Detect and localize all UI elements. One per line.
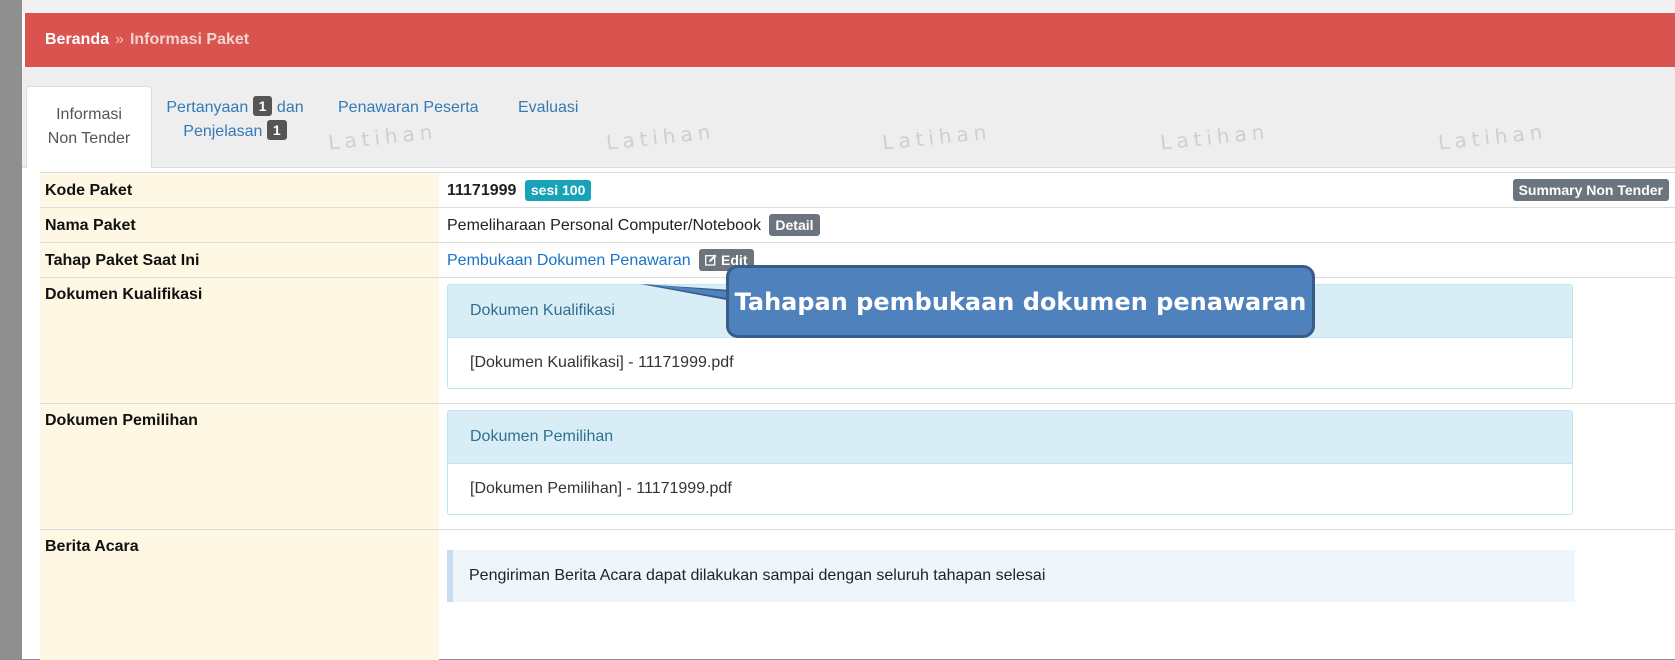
- summary-non-tender-button[interactable]: Summary Non Tender: [1512, 179, 1669, 201]
- breadcrumb-separator: »: [115, 31, 124, 48]
- value-nama-paket: Pemeliharaan Personal Computer/Notebook …: [447, 208, 820, 243]
- label-dokumen-kualifikasi: Dokumen Kualifikasi: [40, 278, 439, 404]
- detail-button[interactable]: Detail: [769, 214, 820, 236]
- dokumen-pemilihan-panel: Dokumen Pemilihan [Dokumen Pemilihan] - …: [447, 410, 1573, 515]
- nama-paket-text: Pemeliharaan Personal Computer/Notebook: [447, 217, 761, 234]
- tab-label-and: dan: [276, 99, 304, 116]
- tab-evaluasi[interactable]: Evaluasi: [518, 96, 578, 120]
- label-kode-paket: Kode Paket: [40, 173, 439, 208]
- tab-label: Evaluasi: [518, 99, 579, 116]
- pemilihan-file-link[interactable]: [Dokumen Pemilihan] - 11171999.pdf: [448, 464, 1572, 514]
- callout-annotation: Tahapan pembukaan dokumen penawaran: [726, 265, 1315, 338]
- label-tahap-paket: Tahap Paket Saat Ini: [40, 243, 439, 278]
- tab-label-line1: Pertanyaan: [166, 99, 249, 116]
- edit-icon: [705, 254, 717, 266]
- breadcrumb: Beranda » Informasi Paket: [25, 13, 1675, 67]
- top-strip: [22, 0, 1675, 13]
- tab-label-line1: Informasi: [56, 106, 122, 123]
- row-berita-acara: Berita Acara Pengiriman Berita Acara dap…: [40, 529, 1675, 660]
- current-stage-link[interactable]: Pembukaan Dokumen Penawaran: [447, 252, 691, 269]
- tab-divider: [22, 167, 1675, 168]
- tab-label-line2: Non Tender: [47, 130, 131, 147]
- value-tahap-paket: Pembukaan Dokumen Penawaran Edit: [447, 243, 754, 278]
- kualifikasi-file-link[interactable]: [Dokumen Kualifikasi] - 11171999.pdf: [448, 338, 1572, 388]
- label-dokumen-pemilihan: Dokumen Pemilihan: [40, 404, 439, 530]
- value-kode-paket: 11171999 sesi 100: [447, 173, 592, 208]
- tab-pertanyaan-penjelasan[interactable]: Pertanyaan 1 dan Penjelasan 1: [160, 96, 310, 144]
- breadcrumb-current: Informasi Paket: [129, 31, 250, 48]
- tab-informasi-non-tender[interactable]: Informasi Non Tender: [26, 86, 152, 168]
- panel-title: Dokumen Pemilihan: [448, 411, 1572, 464]
- tab-label: Penawaran Peserta: [338, 99, 479, 116]
- explanation-count-badge: 1: [266, 120, 287, 140]
- berita-acara-info: Pengiriman Berita Acara dapat dilakukan …: [447, 550, 1575, 602]
- tab-label-line2: Penjelasan: [183, 123, 263, 140]
- row-nama-paket: Nama Paket Pemeliharaan Personal Compute…: [40, 207, 1675, 243]
- label-nama-paket: Nama Paket: [40, 208, 439, 243]
- breadcrumb-home[interactable]: Beranda: [45, 31, 109, 49]
- label-berita-acara: Berita Acara: [40, 530, 439, 660]
- kode-paket-number: 11171999: [447, 182, 517, 199]
- tab-penawaran-peserta[interactable]: Penawaran Peserta: [338, 96, 479, 120]
- row-dokumen-pemilihan: Dokumen Pemilihan Dokumen Pemilihan [Dok…: [40, 403, 1675, 530]
- row-kode-paket: Kode Paket 11171999 sesi 100 Summary Non…: [40, 172, 1675, 208]
- question-count-badge: 1: [252, 96, 273, 116]
- session-badge: sesi 100: [524, 180, 592, 201]
